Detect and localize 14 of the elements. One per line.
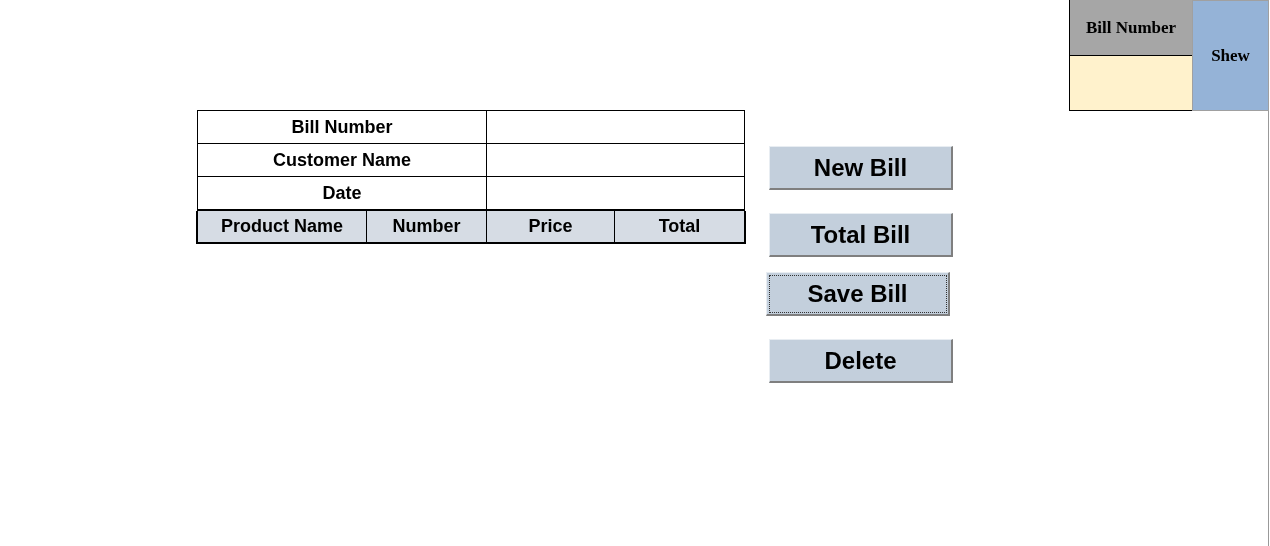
shew-button[interactable]: Shew	[1192, 0, 1269, 111]
field-label: Date	[198, 177, 487, 209]
action-button[interactable]: New Bill	[769, 146, 953, 190]
column-header: Total	[615, 211, 744, 242]
field-label: Customer Name	[198, 144, 487, 176]
column-header: Product Name	[198, 211, 367, 242]
action-button[interactable]: Save Bill	[766, 272, 950, 316]
field-label: Bill Number	[198, 111, 487, 143]
input-field[interactable]	[1070, 56, 1192, 110]
field-label: Bill Number	[1070, 0, 1192, 56]
column-header: Price	[487, 211, 615, 242]
column-header: Number	[367, 211, 487, 242]
action-button[interactable]: Total Bill	[769, 213, 953, 257]
action-button[interactable]: Delete	[769, 339, 953, 383]
